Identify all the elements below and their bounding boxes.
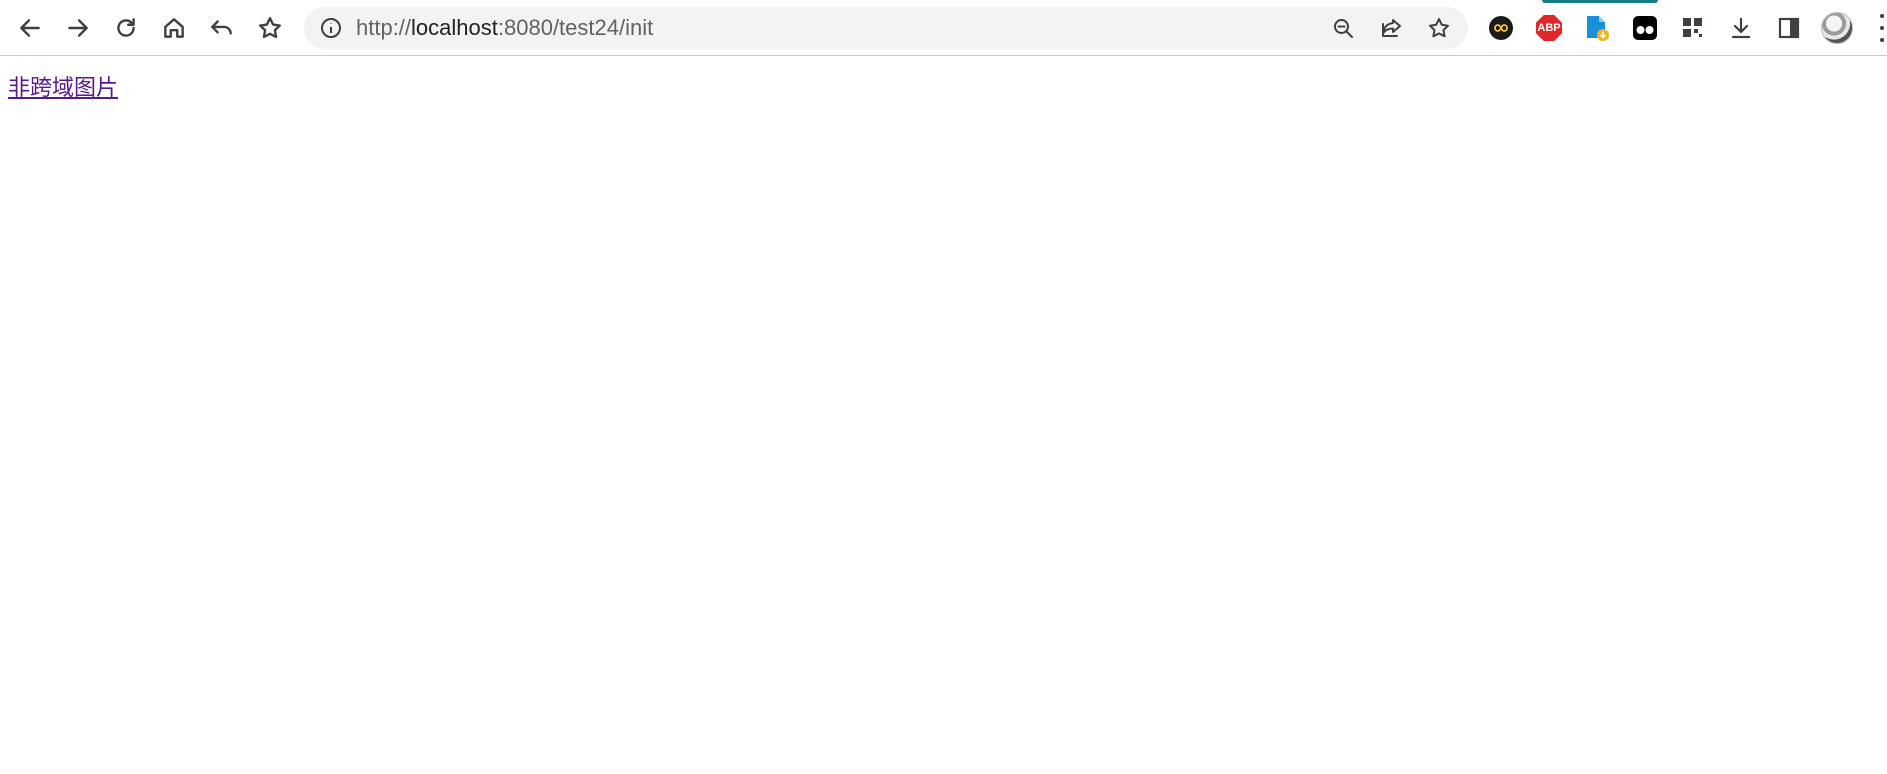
file-download-icon: [1587, 16, 1609, 41]
share-icon[interactable]: [1378, 15, 1404, 41]
infinity-icon: [1489, 16, 1513, 40]
side-panel-button[interactable]: [1773, 12, 1805, 44]
url-scheme: http://: [356, 15, 412, 40]
url-text[interactable]: http://localhost:8080/test24/init: [356, 7, 653, 49]
url-host: localhost: [411, 15, 498, 40]
undo-icon: [211, 20, 232, 35]
bookmarks-button[interactable]: [250, 8, 290, 48]
avatar[interactable]: [1821, 12, 1853, 44]
abp-label: ABP: [1537, 22, 1561, 34]
download-icon: [1731, 17, 1751, 39]
forward-button[interactable]: [58, 8, 98, 48]
non-cross-origin-image-link[interactable]: 非跨域图片: [8, 70, 118, 102]
downloads-button[interactable]: [1725, 12, 1757, 44]
qr-extension-button[interactable]: [1677, 12, 1709, 44]
adblock-plus-button[interactable]: ABP: [1533, 12, 1565, 44]
abp-icon: ABP: [1536, 15, 1562, 41]
bookmark-star-icon[interactable]: [1426, 15, 1452, 41]
home-icon: [164, 18, 184, 38]
undo-button[interactable]: [202, 8, 242, 48]
address-bar[interactable]: http://localhost:8080/test24/init: [304, 7, 1468, 49]
url-path: :8080/test24/init: [497, 15, 654, 40]
home-button[interactable]: [154, 8, 194, 48]
tampermonkey-icon: [1633, 16, 1657, 40]
menu-dot: [1880, 14, 1884, 18]
reload-button[interactable]: [106, 8, 146, 48]
zoom-out-icon[interactable]: [1330, 15, 1356, 41]
infinity-extension-button[interactable]: [1485, 12, 1517, 44]
side-panel-icon: [1778, 17, 1800, 39]
tab-indicator: [1542, 0, 1658, 3]
menu-dot: [1880, 26, 1884, 30]
grid-icon: [1683, 18, 1702, 37]
back-button[interactable]: [10, 8, 50, 48]
browser-toolbar: http://localhost:8080/test24/init ABP: [0, 0, 1887, 56]
arrow-right-icon: [68, 19, 88, 37]
file-download-extension-button[interactable]: [1581, 12, 1613, 44]
star-icon: [259, 17, 281, 39]
reload-icon: [117, 18, 135, 37]
menu-icon[interactable]: [1878, 14, 1886, 42]
info-icon[interactable]: [318, 15, 344, 41]
menu-dot: [1880, 38, 1884, 42]
tampermonkey-button[interactable]: [1629, 12, 1661, 44]
arrow-left-icon: [20, 19, 40, 37]
